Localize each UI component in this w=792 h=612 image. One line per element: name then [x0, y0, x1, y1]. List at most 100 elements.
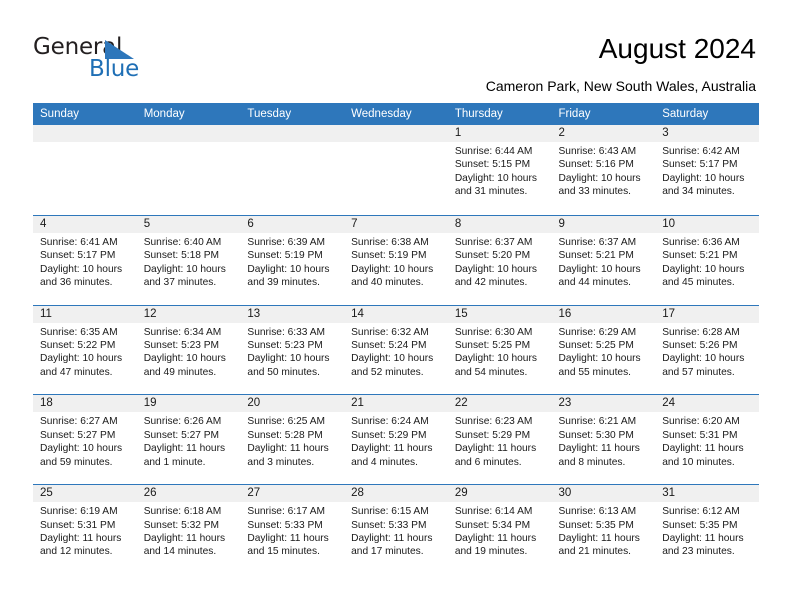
- day-cell[interactable]: 7 Sunrise: 6:38 AM Sunset: 5:19 PM Dayli…: [344, 215, 448, 305]
- day-number: 6: [240, 215, 345, 233]
- day-cell[interactable]: 20 Sunrise: 6:25 AM Sunset: 5:28 PM Dayl…: [240, 395, 345, 484]
- day-details: Sunrise: 6:44 AM Sunset: 5:15 PM Dayligh…: [448, 142, 552, 199]
- day-cell[interactable]: 1 Sunrise: 6:44 AM Sunset: 5:15 PM Dayli…: [447, 125, 552, 214]
- day-details: Sunrise: 6:23 AM Sunset: 5:29 PM Dayligh…: [448, 412, 552, 469]
- day-cell[interactable]: 21 Sunrise: 6:24 AM Sunset: 5:29 PM Dayl…: [344, 395, 448, 484]
- day-cell[interactable]: 9 Sunrise: 6:37 AM Sunset: 5:21 PM Dayli…: [551, 215, 656, 305]
- day-details: Sunrise: 6:14 AM Sunset: 5:34 PM Dayligh…: [448, 502, 552, 559]
- daylight-text-line1: Daylight: 10 hours: [351, 353, 434, 365]
- calendar-grid: Sunday Monday Tuesday Wednesday Thursday…: [33, 103, 759, 574]
- daylight-text-line2: and 40 minutes.: [351, 277, 424, 289]
- daylight-text-line1: Daylight: 10 hours: [143, 353, 226, 365]
- day-cell[interactable]: 23 Sunrise: 6:21 AM Sunset: 5:30 PM Dayl…: [551, 395, 656, 484]
- day-number: 2: [551, 125, 656, 142]
- daylight-text-line1: Daylight: 11 hours: [454, 533, 537, 544]
- daylight-text-line2: and 15 minutes.: [247, 546, 320, 558]
- sunset-text: Sunset: 5:23 PM: [143, 340, 220, 351]
- day-cell[interactable]: 8 Sunrise: 6:37 AM Sunset: 5:20 PM Dayli…: [447, 215, 552, 305]
- day-cell[interactable]: 25 Sunrise: 6:19 AM Sunset: 5:31 PM Dayl…: [33, 485, 137, 574]
- sunrise-text: Sunrise: 6:35 AM: [40, 326, 118, 338]
- day-details: Sunrise: 6:20 AM Sunset: 5:31 PM Dayligh…: [655, 412, 759, 469]
- day-cell[interactable]: 12 Sunrise: 6:34 AM Sunset: 5:23 PM Dayl…: [136, 305, 241, 394]
- daylight-text-line1: Daylight: 10 hours: [558, 353, 641, 365]
- day-number: 7: [344, 215, 448, 233]
- day-number: 18: [33, 395, 137, 413]
- sunrise-text: Sunrise: 6:15 AM: [351, 506, 429, 518]
- day-cell[interactable]: 19 Sunrise: 6:26 AM Sunset: 5:27 PM Dayl…: [136, 395, 241, 484]
- sunset-text: Sunset: 5:21 PM: [558, 250, 634, 262]
- location-subtitle: Cameron Park, New South Wales, Australia: [485, 78, 756, 94]
- daylight-text-line1: Daylight: 11 hours: [40, 533, 122, 544]
- day-cell[interactable]: 24 Sunrise: 6:20 AM Sunset: 5:31 PM Dayl…: [655, 395, 759, 484]
- sunset-text: Sunset: 5:23 PM: [247, 340, 323, 351]
- day-cell[interactable]: 31 Sunrise: 6:12 AM Sunset: 5:35 PM Dayl…: [655, 485, 759, 574]
- day-number: 29: [447, 485, 552, 503]
- day-cell[interactable]: 18 Sunrise: 6:27 AM Sunset: 5:27 PM Dayl…: [33, 395, 137, 484]
- sunset-text: Sunset: 5:15 PM: [454, 159, 531, 171]
- day-cell[interactable]: 16 Sunrise: 6:29 AM Sunset: 5:25 PM Dayl…: [551, 305, 656, 394]
- daylight-text-line2: and 47 minutes.: [40, 366, 113, 378]
- sunrise-text: Sunrise: 6:23 AM: [454, 416, 533, 428]
- day-details: Sunrise: 6:28 AM Sunset: 5:26 PM Dayligh…: [655, 323, 759, 380]
- day-details: Sunrise: 6:41 AM Sunset: 5:17 PM Dayligh…: [33, 233, 137, 290]
- daylight-text-line1: Daylight: 11 hours: [558, 443, 640, 455]
- day-cell[interactable]: 4 Sunrise: 6:41 AM Sunset: 5:17 PM Dayli…: [33, 215, 137, 305]
- day-number: 13: [240, 305, 345, 323]
- day-number: 9: [551, 215, 656, 233]
- sunrise-text: Sunrise: 6:36 AM: [662, 236, 740, 248]
- day-cell[interactable]: 30 Sunrise: 6:13 AM Sunset: 5:35 PM Dayl…: [551, 485, 656, 574]
- daylight-text-line1: Daylight: 10 hours: [454, 353, 537, 365]
- day-cell[interactable]: 27 Sunrise: 6:17 AM Sunset: 5:33 PM Dayl…: [240, 485, 345, 574]
- day-cell: [344, 125, 448, 214]
- weekday-header-monday: Monday: [143, 108, 185, 120]
- day-details: Sunrise: 6:18 AM Sunset: 5:32 PM Dayligh…: [137, 502, 241, 559]
- sunset-text: Sunset: 5:31 PM: [662, 429, 738, 441]
- day-cell[interactable]: 29 Sunrise: 6:14 AM Sunset: 5:34 PM Dayl…: [447, 485, 552, 574]
- day-cell[interactable]: 6 Sunrise: 6:39 AM Sunset: 5:19 PM Dayli…: [240, 215, 345, 305]
- day-cell[interactable]: 13 Sunrise: 6:33 AM Sunset: 5:23 PM Dayl…: [240, 305, 345, 394]
- daylight-text-line2: and 45 minutes.: [662, 277, 735, 289]
- daylight-text-line1: Daylight: 11 hours: [351, 533, 433, 544]
- day-cell[interactable]: 17 Sunrise: 6:28 AM Sunset: 5:26 PM Dayl…: [655, 305, 759, 394]
- sunset-text: Sunset: 5:17 PM: [40, 250, 116, 262]
- day-cell[interactable]: 26 Sunrise: 6:18 AM Sunset: 5:32 PM Dayl…: [136, 485, 241, 574]
- day-number: 1: [447, 125, 552, 142]
- daylight-text-line2: and 57 minutes.: [662, 366, 735, 378]
- daylight-text-line1: Daylight: 10 hours: [662, 263, 745, 275]
- daylight-text-line2: and 10 minutes.: [662, 456, 735, 468]
- day-cell[interactable]: 15 Sunrise: 6:30 AM Sunset: 5:25 PM Dayl…: [447, 305, 552, 394]
- day-number: 16: [551, 305, 656, 323]
- daylight-text-line1: Daylight: 11 hours: [662, 443, 744, 455]
- day-cell[interactable]: 22 Sunrise: 6:23 AM Sunset: 5:29 PM Dayl…: [447, 395, 552, 484]
- day-details: Sunrise: 6:29 AM Sunset: 5:25 PM Dayligh…: [552, 323, 656, 380]
- day-number: [344, 125, 448, 142]
- day-number: 26: [136, 485, 241, 503]
- weekday-header-saturday: Saturday: [662, 108, 709, 120]
- brand-logo[interactable]: General Blue: [33, 36, 233, 88]
- page-title: August 2024: [598, 33, 756, 64]
- day-number: 21: [344, 395, 448, 413]
- daylight-text-line1: Daylight: 10 hours: [247, 263, 330, 275]
- day-number: 11: [33, 305, 137, 323]
- daylight-text-line2: and 44 minutes.: [558, 277, 632, 289]
- day-cell[interactable]: 11 Sunrise: 6:35 AM Sunset: 5:22 PM Dayl…: [33, 305, 137, 394]
- daylight-text-line1: Daylight: 10 hours: [454, 263, 537, 275]
- sunrise-text: Sunrise: 6:12 AM: [662, 506, 740, 518]
- calendar-week-row: 25 Sunrise: 6:19 AM Sunset: 5:31 PM Dayl…: [33, 484, 759, 574]
- day-cell[interactable]: 28 Sunrise: 6:15 AM Sunset: 5:33 PM Dayl…: [344, 485, 448, 574]
- day-cell[interactable]: 10 Sunrise: 6:36 AM Sunset: 5:21 PM Dayl…: [655, 215, 759, 305]
- day-details: Sunrise: 6:42 AM Sunset: 5:17 PM Dayligh…: [655, 142, 759, 199]
- sunrise-text: Sunrise: 6:40 AM: [143, 236, 222, 248]
- sunset-text: Sunset: 5:26 PM: [662, 340, 738, 351]
- sunrise-text: Sunrise: 6:28 AM: [662, 326, 740, 338]
- day-cell[interactable]: 14 Sunrise: 6:32 AM Sunset: 5:24 PM Dayl…: [344, 305, 448, 394]
- day-details: Sunrise: 6:40 AM Sunset: 5:18 PM Dayligh…: [137, 233, 241, 290]
- daylight-text-line2: and 17 minutes.: [351, 546, 424, 558]
- day-cell[interactable]: 2 Sunrise: 6:43 AM Sunset: 5:16 PM Dayli…: [551, 125, 656, 214]
- day-cell[interactable]: 5 Sunrise: 6:40 AM Sunset: 5:18 PM Dayli…: [136, 215, 241, 305]
- day-number: 4: [33, 215, 137, 233]
- sunset-text: Sunset: 5:33 PM: [351, 519, 427, 531]
- day-cell[interactable]: 3 Sunrise: 6:42 AM Sunset: 5:17 PM Dayli…: [655, 125, 759, 214]
- sunset-text: Sunset: 5:21 PM: [662, 250, 738, 262]
- daylight-text-line2: and 50 minutes.: [247, 366, 320, 378]
